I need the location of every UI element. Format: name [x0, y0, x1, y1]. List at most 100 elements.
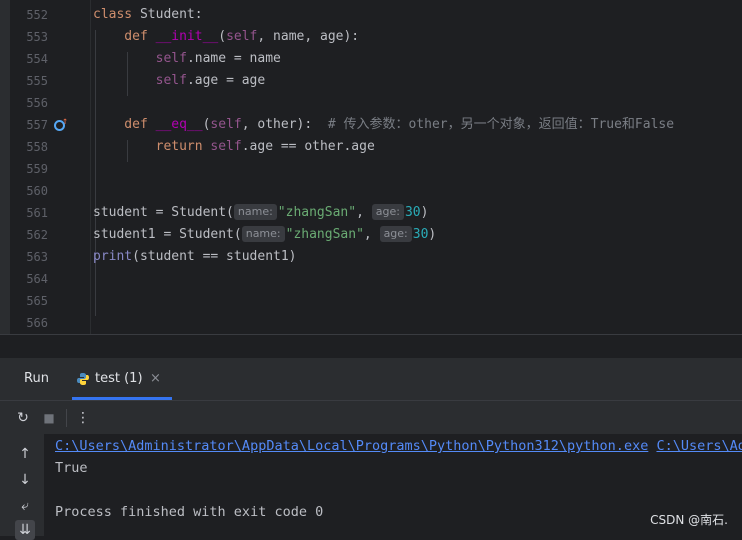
code-token: (student == student1): [132, 249, 297, 264]
line-number[interactable]: 554: [10, 48, 48, 70]
code-token: student1 = Student(: [93, 227, 242, 242]
code-editor[interactable]: 552 class Student: 553 def __init__(self, …: [0, 0, 742, 334]
rerun-icon[interactable]: ↻: [14, 409, 32, 427]
code-line[interactable]: 559: [0, 158, 742, 180]
code-token: ,: [363, 227, 380, 242]
code-line[interactable]: 560: [0, 180, 742, 202]
parameter-hint: age:: [379, 226, 412, 242]
code-text: student1 = Student(name: "zhangSan", age:…: [93, 224, 436, 246]
code-text: return self.age == other.age: [93, 136, 375, 158]
code-token: .age = age: [186, 73, 266, 88]
code-token: def: [93, 29, 156, 44]
script-path-link[interactable]: C:\Users\Adm: [656, 438, 742, 454]
run-toolbar: ↻ ■ ⋮: [0, 400, 742, 436]
soft-wrap-icon[interactable]: ⤶: [15, 496, 35, 516]
line-number[interactable]: 562: [10, 224, 48, 246]
code-token: # 传入参数：other，另一个对象，返回值：True和False: [327, 117, 675, 132]
tab-test-1[interactable]: test (1) ×: [72, 358, 172, 400]
code-text: def __eq__(self, other): # 传入参数：other，另一…: [93, 114, 674, 136]
code-line[interactable]: 558 return self.age == other.age: [0, 136, 742, 158]
code-text: def __init__(self, name, age):: [93, 26, 359, 48]
run-tool-window: Run test (1) × ↻ ■ ⋮ ↑ ↓ ⤶ ⇊ C:\Users\Ad…: [0, 358, 742, 540]
editor-bottom-gap: [0, 334, 742, 359]
code-token: print: [93, 249, 133, 264]
line-number[interactable]: 557: [10, 114, 48, 136]
code-token: class: [93, 7, 140, 22]
tab-label: test (1): [95, 371, 143, 386]
console-command-line: C:\Users\Administrator\AppData\Local\Pro…: [55, 435, 742, 457]
code-token: .name = name: [186, 51, 281, 66]
line-number[interactable]: 552: [10, 4, 48, 26]
code-token: ): [428, 227, 437, 242]
code-line[interactable]: 552 class Student:: [0, 4, 742, 26]
code-line[interactable]: 562 student1 = Student(name: "zhangSan", a…: [0, 224, 742, 246]
python-icon: [77, 373, 89, 385]
code-token: student = Student(: [93, 205, 234, 220]
line-number[interactable]: 553: [10, 26, 48, 48]
toolbar-divider: [66, 409, 67, 427]
code-token: self: [210, 139, 242, 154]
console-output-line: True: [55, 460, 88, 476]
run-tab-bar: Run test (1) ×: [0, 358, 742, 400]
code-line[interactable]: 554 self.name = name: [0, 48, 742, 70]
parameter-hint: age:: [371, 204, 404, 220]
code-line[interactable]: 557 ↑ def __eq__(self, other): # 传入参数：oth…: [0, 114, 742, 136]
line-number[interactable]: 556: [10, 92, 48, 114]
code-token: , other):: [241, 117, 328, 132]
line-number[interactable]: 566: [10, 312, 48, 334]
code-line[interactable]: 563 print(student == student1): [0, 246, 742, 268]
line-number[interactable]: 559: [10, 158, 48, 180]
code-line[interactable]: 555 self.age = age: [0, 70, 742, 92]
code-token: __eq__: [155, 117, 203, 132]
code-token: self: [155, 51, 187, 66]
code-text: self.name = name: [93, 48, 281, 70]
code-token: "zhangSan": [285, 227, 364, 242]
code-line[interactable]: 565: [0, 290, 742, 312]
parameter-hint: name:: [233, 204, 277, 220]
code-token: .age == other.age: [241, 139, 375, 154]
line-number[interactable]: 565: [10, 290, 48, 312]
code-token: ,: [356, 205, 372, 220]
line-number[interactable]: 561: [10, 202, 48, 224]
code-line[interactable]: 561 student = Student(name: "zhangSan", ag…: [0, 202, 742, 224]
code-token: return: [93, 139, 211, 154]
code-token: , name, age):: [257, 29, 360, 44]
arrow-down-icon[interactable]: ↓: [15, 470, 35, 490]
console-exit-message: Process finished with exit code 0: [55, 504, 324, 520]
line-number[interactable]: 560: [10, 180, 48, 202]
line-number[interactable]: 564: [10, 268, 48, 290]
code-line[interactable]: 566: [0, 312, 742, 334]
line-number[interactable]: 563: [10, 246, 48, 268]
code-token: self: [210, 117, 242, 132]
code-token: self: [155, 73, 187, 88]
code-line[interactable]: 553 def __init__(self, name, age):: [0, 26, 742, 48]
code-text: student = Student(name: "zhangSan", age: 3…: [93, 202, 428, 224]
parameter-hint: name:: [241, 226, 285, 242]
stop-icon[interactable]: ■: [40, 409, 58, 427]
override-method-icon[interactable]: ↑: [54, 116, 70, 133]
code-token: def: [93, 117, 156, 132]
code-token: (: [218, 29, 227, 44]
code-text: self.age = age: [93, 70, 266, 92]
close-icon[interactable]: ×: [150, 371, 161, 386]
line-number[interactable]: 555: [10, 70, 48, 92]
code-line[interactable]: 564: [0, 268, 742, 290]
arrow-up-icon[interactable]: ↑: [15, 444, 35, 464]
code-token: "zhangSan": [277, 205, 357, 220]
code-token: 30: [404, 205, 421, 220]
code-text: print(student == student1): [93, 246, 297, 268]
interpreter-path-link[interactable]: C:\Users\Administrator\AppData\Local\Pro…: [55, 438, 648, 454]
scroll-to-end-icon[interactable]: ⇊: [15, 520, 35, 540]
code-token: __init__: [155, 29, 219, 44]
run-panel-title: Run: [24, 371, 49, 386]
line-number[interactable]: 558: [10, 136, 48, 158]
code-token: ): [420, 205, 429, 220]
console-output[interactable]: C:\Users\Administrator\AppData\Local\Pro…: [44, 434, 742, 536]
console-side-toolbar: ↑ ↓ ⤶ ⇊: [0, 434, 44, 540]
watermark: CSDN @南石.: [650, 513, 728, 527]
code-token: self: [226, 29, 258, 44]
code-line[interactable]: 556: [0, 92, 742, 114]
more-options-icon[interactable]: ⋮: [74, 409, 92, 427]
